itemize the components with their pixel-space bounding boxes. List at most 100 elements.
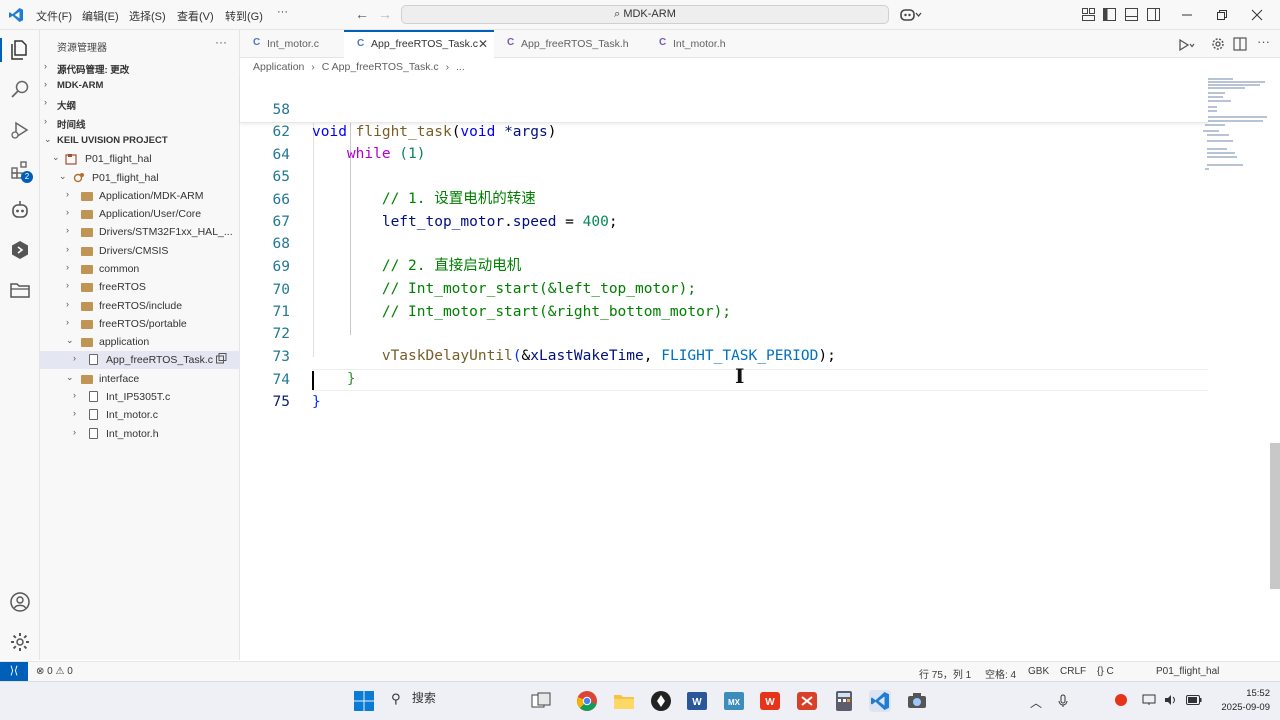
- forward-arrow-icon[interactable]: →: [378, 6, 392, 22]
- tree-item-file[interactable]: › Int_IP5305T.c: [40, 388, 240, 406]
- windows-start-icon[interactable]: [353, 690, 375, 712]
- minimize-icon[interactable]: [1180, 8, 1194, 22]
- tree-item-folder[interactable]: › Drivers/STM32F1xx_HAL_...: [40, 223, 240, 241]
- run-code-icon[interactable]: [1178, 38, 1196, 52]
- mx-app-icon[interactable]: MX: [723, 690, 745, 712]
- tree-item-folder[interactable]: › freeRTOS: [40, 278, 240, 296]
- network-icon[interactable]: [1142, 694, 1156, 706]
- tree-item-folder[interactable]: › freeRTOS/include: [40, 297, 240, 315]
- tree-item-folder[interactable]: ⌄ application: [40, 333, 240, 351]
- menu-selection[interactable]: 选择(S): [129, 8, 166, 24]
- menu-edit[interactable]: 编辑(E): [82, 8, 119, 24]
- section-label: 大纲: [57, 101, 77, 112]
- command-center-search[interactable]: ⌕ MDK-ARM: [401, 5, 889, 24]
- toggle-secondary-sidebar-icon[interactable]: [1147, 8, 1160, 21]
- eol-setting[interactable]: CRLF: [1060, 666, 1086, 677]
- copilot-icon[interactable]: [900, 7, 922, 23]
- back-arrow-icon[interactable]: ←: [355, 6, 369, 22]
- file-explorer-icon[interactable]: [613, 690, 635, 712]
- tab-label: App_freeRTOS_Task.h: [521, 38, 629, 50]
- settings-gear-icon[interactable]: [8, 630, 32, 654]
- tree-item-folder[interactable]: › Application/User/Core: [40, 205, 240, 223]
- wps-tray-icon[interactable]: [1114, 693, 1128, 707]
- tree-item-file-selected[interactable]: › App_freeRTOS_Task.c: [40, 351, 240, 369]
- toggle-panel-icon[interactable]: [1125, 8, 1138, 21]
- search-view-icon[interactable]: [8, 78, 32, 102]
- folder-view-icon[interactable]: [8, 278, 32, 302]
- run-debug-icon[interactable]: [8, 118, 32, 142]
- folder-icon: [81, 318, 93, 330]
- menu-view[interactable]: 查看(V): [177, 8, 214, 24]
- tab-app-freertos-task-h[interactable]: C App_freeRTOS_Task.h: [494, 30, 644, 58]
- tree-item-folder[interactable]: › freeRTOS/portable: [40, 315, 240, 333]
- calculator-icon[interactable]: [833, 690, 855, 712]
- task-view-icon[interactable]: [530, 690, 552, 712]
- section-timeline[interactable]: › 时间线: [40, 114, 240, 132]
- tree-item-file[interactable]: › Int_motor.h: [40, 425, 240, 443]
- app-dark-icon[interactable]: [650, 690, 672, 712]
- file-icon: [89, 409, 101, 421]
- tray-chevron-up-icon[interactable]: ︿: [1030, 694, 1042, 711]
- open-to-side-icon[interactable]: [216, 353, 228, 365]
- camera-icon[interactable]: [906, 690, 928, 712]
- indentation-setting[interactable]: 空格: 4: [985, 666, 1016, 681]
- chrome-icon[interactable]: [576, 690, 598, 712]
- tree-item-folder[interactable]: › Application/MDK-ARM: [40, 187, 240, 205]
- system-clock[interactable]: 15:52 2025-09-09: [1210, 687, 1270, 715]
- microphone-icon[interactable]: [1057, 694, 1069, 708]
- close-tab-icon[interactable]: ✕: [478, 37, 488, 51]
- minimap[interactable]: [1200, 76, 1270, 176]
- explorer-icon[interactable]: [8, 38, 32, 62]
- sidebar-more-button[interactable]: ···: [215, 35, 227, 49]
- xmind-icon[interactable]: [796, 690, 818, 712]
- code-line-74: 74 }: [240, 347, 1208, 410]
- tree-item-file[interactable]: › Int_motor.c: [40, 406, 240, 424]
- layout-customize-icon[interactable]: [1082, 8, 1095, 21]
- word-icon[interactable]: W: [686, 690, 708, 712]
- wps-icon[interactable]: W: [759, 690, 781, 712]
- close-window-icon[interactable]: [1250, 8, 1264, 22]
- breadcrumb-file[interactable]: C App_freeRTOS_Task.c: [322, 61, 439, 73]
- problems-indicator[interactable]: ⊗ 0 ⚠ 0: [36, 666, 73, 677]
- vscode-taskbar-icon[interactable]: [869, 690, 891, 712]
- more-actions-button[interactable]: ···: [1257, 34, 1270, 49]
- tree-item-workspace[interactable]: ⌄ P01_flight_hal: [40, 150, 240, 168]
- tab-app-freertos-task-c[interactable]: C App_freeRTOS_Task.c ✕: [344, 30, 494, 59]
- tree-item-folder[interactable]: › common: [40, 260, 240, 278]
- menu-file[interactable]: 文件(F): [36, 8, 72, 24]
- vertical-scrollbar[interactable]: [1269, 76, 1280, 660]
- split-editor-icon[interactable]: [1233, 37, 1247, 51]
- settings-gear-icon[interactable]: [1211, 37, 1225, 51]
- breadcrumb-symbol[interactable]: ...: [456, 61, 465, 73]
- keil-extension-icon[interactable]: [8, 238, 32, 262]
- scrollbar-thumb[interactable]: [1270, 443, 1280, 589]
- section-source-control[interactable]: › 源代码管理: 更改: [40, 59, 240, 77]
- section-mdk-arm[interactable]: › MDK-ARM: [40, 77, 240, 95]
- sticky-scroll-header[interactable]: 58 void flight_task(void *args) 62 while…: [240, 76, 1208, 162]
- menu-go[interactable]: 转到(G): [225, 8, 263, 24]
- taskbar-search[interactable]: ⚲ 搜索: [391, 690, 436, 712]
- folder-icon: [81, 263, 93, 275]
- tab-int-motor-h[interactable]: C Int_motor.h: [646, 30, 756, 58]
- toggle-primary-sidebar-icon[interactable]: [1103, 8, 1116, 21]
- tab-int-motor-c[interactable]: C Int_motor.c: [240, 30, 344, 58]
- cursor-position[interactable]: 行 75，列 1: [919, 666, 971, 681]
- language-mode[interactable]: {} C: [1097, 666, 1114, 677]
- tree-item-folder[interactable]: › Drivers/CMSIS: [40, 242, 240, 260]
- remote-indicator[interactable]: ⟩⟨: [0, 662, 28, 681]
- code-editor[interactable]: 58 void flight_task(void *args) 62 while…: [240, 76, 1280, 660]
- breadcrumb-folder[interactable]: Application: [253, 61, 304, 73]
- encoding-setting[interactable]: GBK: [1028, 666, 1049, 677]
- tree-item-target[interactable]: ⌄ P01_flight_hal: [40, 169, 240, 187]
- copilot-chat-icon[interactable]: [8, 198, 32, 222]
- battery-icon[interactable]: [1186, 695, 1202, 705]
- menu-more-button[interactable]: ···: [277, 6, 288, 18]
- section-keil-project[interactable]: ⌄ KEIL UVISION PROJECT: [40, 132, 240, 150]
- account-icon[interactable]: [8, 590, 32, 614]
- keil-project-indicator[interactable]: P01_flight_hal: [1156, 666, 1219, 677]
- tree-item-folder[interactable]: ⌄ interface: [40, 370, 240, 388]
- chevron-down-icon: ⌄: [44, 134, 52, 144]
- restore-icon[interactable]: [1215, 8, 1229, 22]
- section-outline[interactable]: › 大纲: [40, 95, 240, 113]
- volume-icon[interactable]: [1164, 694, 1178, 706]
